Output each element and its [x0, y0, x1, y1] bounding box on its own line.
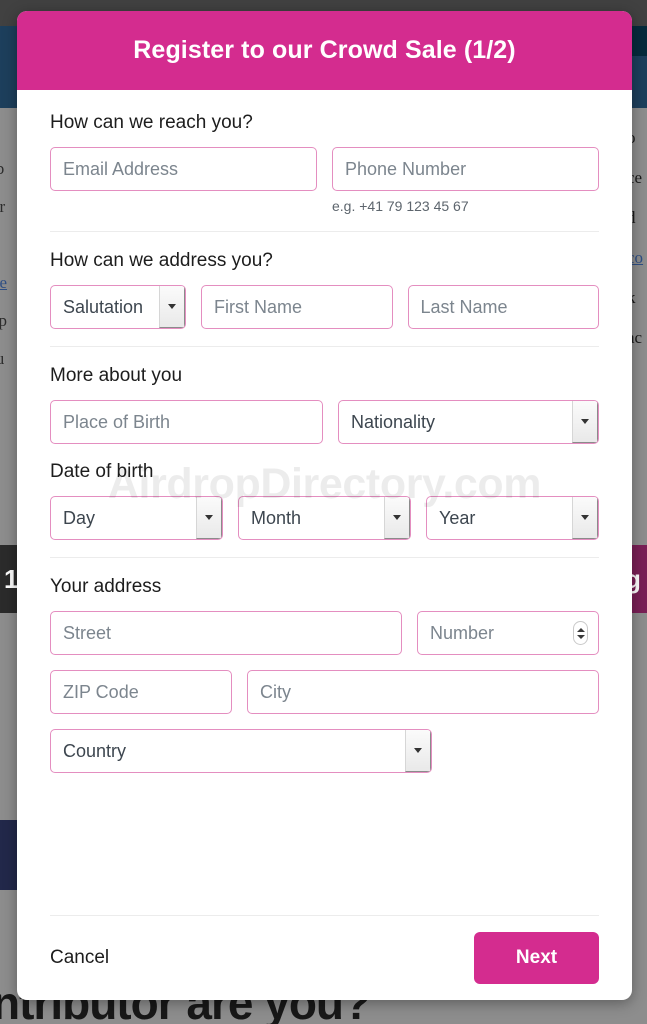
address-you-row: Salutation First Name Last Name: [50, 285, 599, 329]
number-stepper[interactable]: [573, 621, 588, 645]
modal-footer: Cancel Next: [17, 915, 632, 1000]
dob-label: Date of birth: [50, 461, 154, 482]
chevron-down-icon: [572, 401, 598, 443]
zip-code-input[interactable]: ZIP Code: [50, 670, 232, 714]
chevron-up-icon[interactable]: [576, 627, 585, 632]
chevron-down-icon: [196, 497, 222, 539]
number-input-placeholder: Number: [430, 622, 495, 643]
phone-hint: e.g. +41 79 123 45 67: [332, 198, 469, 214]
your-address-section-label: Your address: [50, 576, 162, 597]
email-input[interactable]: Email Address: [50, 147, 317, 191]
footer-actions: Cancel Next: [50, 916, 599, 1000]
divider-3: [50, 557, 599, 558]
dob-year-select[interactable]: Year: [426, 496, 599, 540]
last-name-input[interactable]: Last Name: [407, 285, 599, 329]
first-name-input[interactable]: First Name: [201, 285, 393, 329]
street-row: Street Number: [50, 611, 599, 655]
number-input[interactable]: Number: [417, 611, 599, 655]
contact-section-label: How can we reach you?: [50, 112, 253, 133]
address-you-section-label: How can we address you?: [50, 250, 273, 271]
city-input[interactable]: City: [247, 670, 599, 714]
country-select[interactable]: Country: [50, 729, 432, 773]
contact-row: Email Address Phone Number: [50, 147, 599, 191]
registration-modal: Register to our Crowd Sale (1/2) Airdrop…: [17, 11, 632, 1000]
modal-title: Register to our Crowd Sale (1/2): [133, 36, 516, 64]
chevron-down-icon: [159, 286, 185, 328]
country-select-value: Country: [63, 740, 127, 761]
more-about-row: Place of Birth Nationality: [50, 400, 599, 444]
divider-1: [50, 231, 599, 232]
dob-month-value: Month: [251, 507, 302, 528]
nationality-select[interactable]: Nationality: [338, 400, 599, 444]
next-button[interactable]: Next: [474, 932, 599, 984]
modal-header: Register to our Crowd Sale (1/2): [17, 11, 632, 90]
zip-city-row: ZIP Code City: [50, 670, 599, 714]
salutation-select[interactable]: Salutation: [50, 285, 186, 329]
chevron-down-icon: [405, 730, 431, 772]
cancel-button[interactable]: Cancel: [50, 947, 109, 969]
modal-body: AirdropDirectory.com How can we reach yo…: [17, 90, 632, 915]
place-of-birth-input[interactable]: Place of Birth: [50, 400, 323, 444]
salutation-select-value: Salutation: [63, 296, 144, 317]
chevron-down-icon: [572, 497, 598, 539]
nationality-select-value: Nationality: [351, 411, 436, 432]
chevron-down-icon[interactable]: [576, 634, 585, 639]
page-root: iboryneeptu ocedcokac 1 g ntributor are …: [0, 0, 647, 1024]
chevron-down-icon: [384, 497, 410, 539]
dob-day-select[interactable]: Day: [50, 496, 223, 540]
street-input[interactable]: Street: [50, 611, 402, 655]
country-row: Country: [50, 729, 599, 773]
dob-year-value: Year: [439, 507, 476, 528]
phone-input[interactable]: Phone Number: [332, 147, 599, 191]
dob-row: Day Month Year: [50, 496, 599, 540]
more-about-section-label: More about you: [50, 365, 183, 386]
contact-hint-row: e.g. +41 79 123 45 67: [50, 191, 599, 214]
dob-month-select[interactable]: Month: [238, 496, 411, 540]
divider-2: [50, 346, 599, 347]
dob-day-value: Day: [63, 507, 96, 528]
